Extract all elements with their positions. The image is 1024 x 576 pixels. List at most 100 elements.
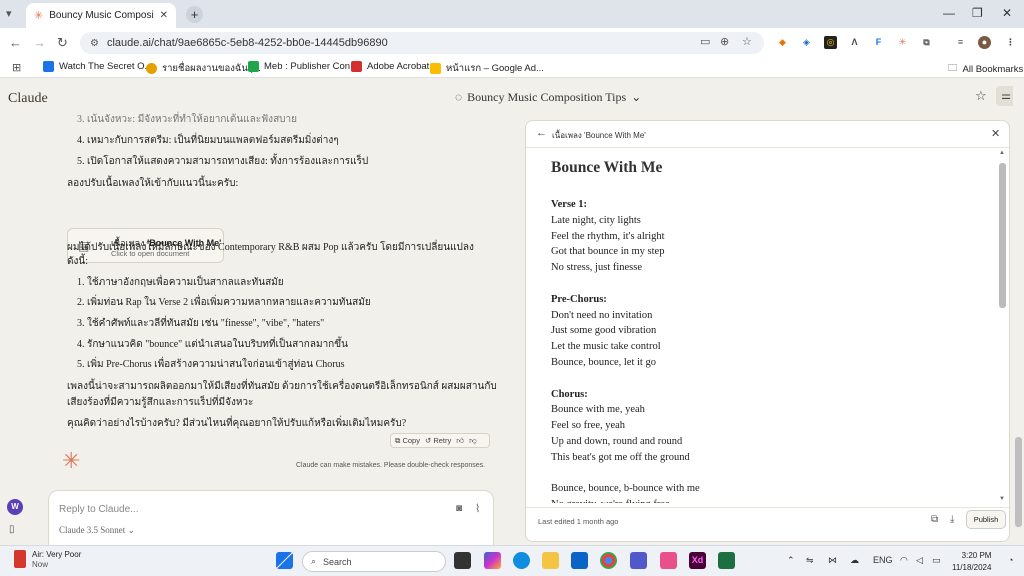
shield-extension-icon[interactable]: ◈	[800, 36, 813, 49]
extension-icon[interactable]: F	[872, 36, 885, 49]
message-line: 1. ใช้ภาษาอังกฤษเพื่อความเป็นสากลและทันส…	[77, 277, 284, 288]
reload-icon[interactable]: ↻	[57, 35, 68, 51]
thumbs-down-icon[interactable]: 👎︎	[469, 436, 477, 446]
sidebar-toggle-icon[interactable]: ▯	[9, 524, 15, 535]
bookmarks-bar: ⊞ Watch The Secret O... รายชื่อผลงานของฉ…	[0, 57, 1024, 78]
chrome-menu-icon[interactable]: ⋮	[1004, 36, 1017, 49]
minimize-icon[interactable]: —	[943, 6, 955, 20]
back-icon[interactable]: ←	[9, 35, 22, 50]
chevron-down-icon: ⌄	[631, 90, 642, 104]
taskbar-search[interactable]: ⌕ Search	[302, 551, 446, 572]
page-scrollbar-thumb[interactable]	[1015, 437, 1022, 527]
chrome-icon[interactable]	[600, 552, 617, 569]
tray-icon[interactable]: ⋈	[828, 555, 837, 566]
profile-avatar[interactable]: ●	[978, 36, 991, 49]
excel-icon[interactable]	[718, 552, 735, 569]
folder-icon: 🗀	[948, 63, 958, 74]
wifi-icon[interactable]: ◠	[900, 555, 908, 566]
new-tab-button[interactable]: +	[186, 6, 203, 23]
windows-start-icon[interactable]	[276, 552, 293, 569]
windows-taskbar: Air: Very Poor Now ⌕ Search Xd ⌃ ⇋ ⋈ ☁ E…	[0, 545, 1024, 576]
site-info-icon[interactable]: ⚙	[90, 38, 99, 49]
thumbs-up-icon[interactable]: 👍︎	[456, 436, 464, 446]
close-tab-icon[interactable]: ✕	[160, 10, 168, 21]
scroll-down-icon[interactable]: ▼	[999, 496, 1005, 502]
apps-grid-icon[interactable]: ⊞	[12, 61, 21, 74]
publish-button[interactable]: Publish	[966, 510, 1006, 529]
user-avatar[interactable]: W	[7, 499, 23, 515]
message-line: 4. เหมาะกับการสตรีม: เป็นที่นิยมบนแพลตฟอ…	[77, 135, 339, 146]
bookmark-label: รายชื่อผลงานของฉัน |...	[162, 63, 261, 74]
extension-icon[interactable]: Λ	[848, 36, 861, 49]
lyric-line: Bounce, bounce, let it go	[551, 357, 656, 368]
model-selector[interactable]: Claude 3.5 Sonnet ⌄	[59, 525, 135, 536]
claude-favicon-icon: ✳	[34, 10, 44, 22]
edge-icon[interactable]	[513, 552, 530, 569]
file-explorer-icon[interactable]	[542, 552, 559, 569]
claude-extension-icon[interactable]: ✳	[896, 36, 909, 49]
bookmark-item[interactable]: Meb : Publisher Con...	[248, 61, 358, 72]
lyric-line: Just some good vibration	[551, 325, 657, 337]
all-bookmarks-button[interactable]: 🗀 All Bookmarks	[948, 61, 1023, 77]
artifact-document: Bounce With Me Verse 1: Late night, city …	[551, 155, 996, 503]
weather-widget[interactable]: Air: Very Poor Now	[14, 550, 81, 569]
bookmark-label: Watch The Secret O...	[59, 61, 153, 72]
tab-search-icon[interactable]: ▾	[6, 7, 12, 20]
download-icon[interactable]: ⤓	[950, 514, 954, 525]
cast-icon[interactable]: ▭	[700, 35, 710, 48]
onedrive-icon[interactable]: ☁	[850, 555, 859, 566]
close-window-icon[interactable]: ✕	[1002, 6, 1012, 20]
extension-icon[interactable]: ◎	[824, 36, 837, 49]
bookmark-star-icon[interactable]: ☆	[742, 35, 752, 48]
scroll-up-icon[interactable]: ▲	[999, 150, 1005, 156]
clock-date: 11/18/2024	[952, 563, 992, 572]
extensions-puzzle-icon[interactable]: ⧉	[920, 36, 933, 49]
outlook-icon[interactable]	[571, 552, 588, 569]
reading-list-icon[interactable]: ≡	[954, 36, 967, 49]
paperclip-icon[interactable]: ⌇	[475, 502, 480, 515]
battery-icon[interactable]: ▭	[932, 555, 941, 566]
tray-icon[interactable]: ⇋	[806, 555, 814, 566]
app-icon[interactable]	[660, 552, 677, 569]
teams-icon[interactable]	[630, 552, 647, 569]
copilot-icon[interactable]	[484, 552, 501, 569]
close-panel-icon[interactable]: ✕	[991, 127, 1000, 140]
bookmark-item[interactable]: Adobe Acrobat	[351, 61, 429, 72]
clock[interactable]: 3:20 PM 11/18/2024	[952, 550, 991, 574]
claude-logo[interactable]: Claude	[8, 91, 48, 107]
adobe-xd-icon[interactable]: Xd	[689, 552, 706, 569]
restore-icon[interactable]: ❐	[972, 6, 983, 20]
volume-icon[interactable]: ◁	[916, 555, 923, 566]
show-hidden-icons-icon[interactable]: ⌃	[787, 555, 795, 566]
url-text: claude.ai/chat/9ae6865c-5eb8-4252-bb0e-1…	[106, 37, 388, 49]
message-line: 4. รักษาแนวคิด "bounce" แต่นำเสนอในบริบท…	[77, 339, 348, 350]
browser-tab[interactable]: ✳ Bouncy Music Composition Tip ✕	[26, 3, 176, 28]
bookmark-item[interactable]: รายชื่อผลงานของฉัน |...	[146, 61, 261, 76]
tab-bar: ▾ ✳ Bouncy Music Composition Tip ✕ + — ❐…	[0, 0, 1024, 28]
language-indicator[interactable]: ENG	[873, 555, 893, 565]
reply-input[interactable]: Reply to Claude... Claude 3.5 Sonnet ⌄ ◙…	[48, 490, 494, 550]
back-arrow-icon[interactable]: ←	[536, 127, 547, 139]
message-line: 5. เปิดโอกาสให้แสดงความสามารถทางเสียง: ท…	[77, 156, 369, 167]
url-field[interactable]: ⚙ claude.ai/chat/9ae6865c-5eb8-4252-bb0e…	[80, 32, 764, 54]
star-conversation-icon[interactable]: ☆	[975, 88, 987, 104]
camera-icon[interactable]: ◙	[456, 503, 462, 514]
notifications-icon[interactable]: ◔	[1008, 555, 1013, 565]
page-scrollbar[interactable]	[1013, 80, 1024, 545]
bookmark-item[interactable]: หน้าแรก – Google Ad...	[430, 61, 544, 76]
bookmark-item[interactable]: Watch The Secret O...	[43, 61, 152, 72]
conversation-title-button[interactable]: ◌ Bouncy Music Composition Tips ⌄	[455, 90, 641, 105]
scrollbar-thumb[interactable]	[999, 163, 1006, 308]
forward-icon[interactable]: →	[33, 35, 46, 50]
lyric-line: Don't need no invitation	[551, 309, 653, 321]
metamask-extension-icon[interactable]: ◆	[776, 36, 789, 49]
copy-icon[interactable]: ⧉	[931, 514, 938, 525]
tab-title: Bouncy Music Composition Tip	[49, 10, 154, 21]
copy-button[interactable]: ⧉ Copy	[395, 436, 420, 446]
document-heading: Bounce With Me	[551, 159, 663, 176]
task-view-icon[interactable]	[454, 552, 471, 569]
retry-button[interactable]: ↺ Retry	[425, 436, 451, 445]
zoom-icon[interactable]: ⊕	[720, 35, 729, 48]
clock-time: 3:20 PM	[961, 551, 992, 560]
lyric-line: This beat's got me off the ground	[551, 451, 690, 463]
